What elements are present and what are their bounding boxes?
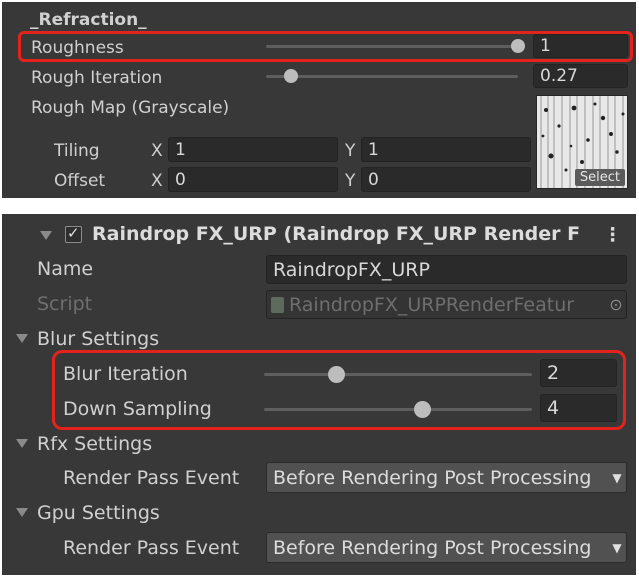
select-texture-button[interactable]: Select [574,169,625,186]
offset-y-field[interactable]: 0 [361,167,531,192]
rough-iteration-value-field[interactable]: 0.27 [533,64,628,88]
dropdown-arrow-icon: ▼ [612,470,622,485]
feature-enabled-checkbox[interactable]: ✓ [65,224,82,243]
rfx-render-pass-event-dropdown[interactable]: Before Rendering Post Processing ▼ [266,462,627,493]
kebab-menu-icon[interactable]: ⋮ [603,224,622,246]
checkmark-icon: ✓ [67,224,80,242]
tiling-y-label: Y [345,141,356,161]
rough-iteration-slider-knob[interactable] [284,69,299,83]
rough-map-label: Rough Map (Grayscale) [31,98,230,118]
offset-x-label: X [151,171,163,191]
name-label: Name [37,258,94,280]
refraction-panel: _Refraction_ Roughness 1 Rough Iteration… [2,2,636,198]
section-header-refraction: _Refraction_ [30,10,147,30]
gpu-settings-foldout-icon[interactable] [16,508,28,517]
blur-settings-foldout-icon[interactable] [16,334,28,343]
offset-y-label: Y [345,171,356,191]
render-feature-panel: ✓ Raindrop FX_URP (Raindrop FX_URP Rende… [2,214,636,575]
offset-label: Offset [54,171,106,191]
blur-settings-highlight-box [52,350,626,430]
blur-settings-header[interactable]: Blur Settings [37,328,159,350]
rough-iteration-slider-track[interactable] [266,75,518,78]
rough-map-texture-slot[interactable]: Select [536,95,628,189]
rfx-settings-header[interactable]: Rfx Settings [37,433,152,455]
feature-title: Raindrop FX_URP (Raindrop FX_URP Render … [92,223,581,245]
rfx-render-pass-event-value: Before Rendering Post Processing [273,466,592,489]
tiling-x-label: X [151,141,163,161]
offset-x-field[interactable]: 0 [168,167,338,192]
gpu-settings-header[interactable]: Gpu Settings [37,502,160,524]
script-field: RaindropFX_URPRenderFeatur ⊙ [266,290,627,319]
name-field[interactable]: RaindropFX_URP [266,255,627,284]
dropdown-arrow-icon: ▼ [612,540,622,555]
rfx-settings-foldout-icon[interactable] [16,439,28,448]
gpu-render-pass-event-dropdown[interactable]: Before Rendering Post Processing ▼ [266,532,627,563]
script-value: RaindropFX_URPRenderFeatur [289,293,575,316]
tiling-label: Tiling [54,141,100,161]
tiling-x-field[interactable]: 1 [168,137,338,162]
tiling-y-field[interactable]: 1 [361,137,531,162]
gpu-render-pass-event-label: Render Pass Event [63,537,240,559]
gpu-render-pass-event-value: Before Rendering Post Processing [273,536,592,559]
script-label: Script [37,293,93,315]
object-picker-icon[interactable]: ⊙ [606,295,626,314]
roughness-highlight-box [18,31,633,62]
rough-iteration-label: Rough Iteration [31,68,163,88]
script-file-icon [271,296,284,313]
foldout-arrow-icon[interactable] [40,231,52,240]
rfx-render-pass-event-label: Render Pass Event [63,467,240,489]
